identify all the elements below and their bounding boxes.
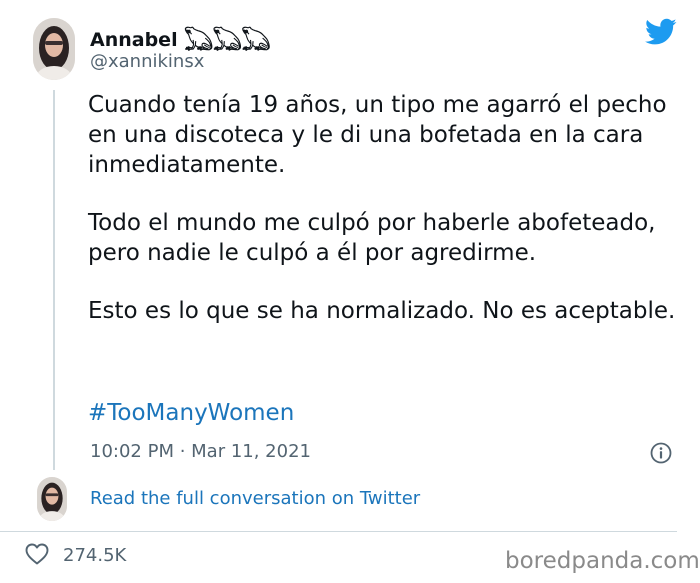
author-handle[interactable]: @xannikinsx — [90, 51, 204, 72]
divider — [0, 531, 677, 532]
author-name[interactable]: Annabel 𓆏𓆏𓆏 — [90, 22, 270, 53]
twitter-bird-icon[interactable] — [645, 18, 677, 46]
info-icon[interactable] — [649, 441, 673, 465]
like-count[interactable]: 274.5K — [63, 545, 126, 566]
read-conversation-link[interactable]: Read the full conversation on Twitter — [90, 488, 420, 509]
heart-icon[interactable] — [25, 543, 49, 565]
tweet-paragraph-1: Cuando tenía 19 años, un tipo me agarró … — [88, 92, 667, 178]
tweet-paragraph-2: Todo el mundo me culpó por haberle abofe… — [88, 210, 656, 266]
watermark: boredpanda.com — [505, 548, 700, 574]
hashtag-link[interactable]: #TooManyWomen — [88, 400, 294, 426]
tweet-paragraph-3: Esto es lo que se ha normalizado. No es … — [88, 298, 676, 324]
thread-line — [53, 90, 55, 470]
tweet-timestamp[interactable]: 10:02 PM · Mar 11, 2021 — [90, 441, 311, 462]
reply-avatar[interactable] — [37, 477, 67, 521]
author-avatar[interactable] — [33, 18, 75, 80]
tweet-text: Cuando tenía 19 años, un tipo me agarró … — [88, 90, 688, 354]
